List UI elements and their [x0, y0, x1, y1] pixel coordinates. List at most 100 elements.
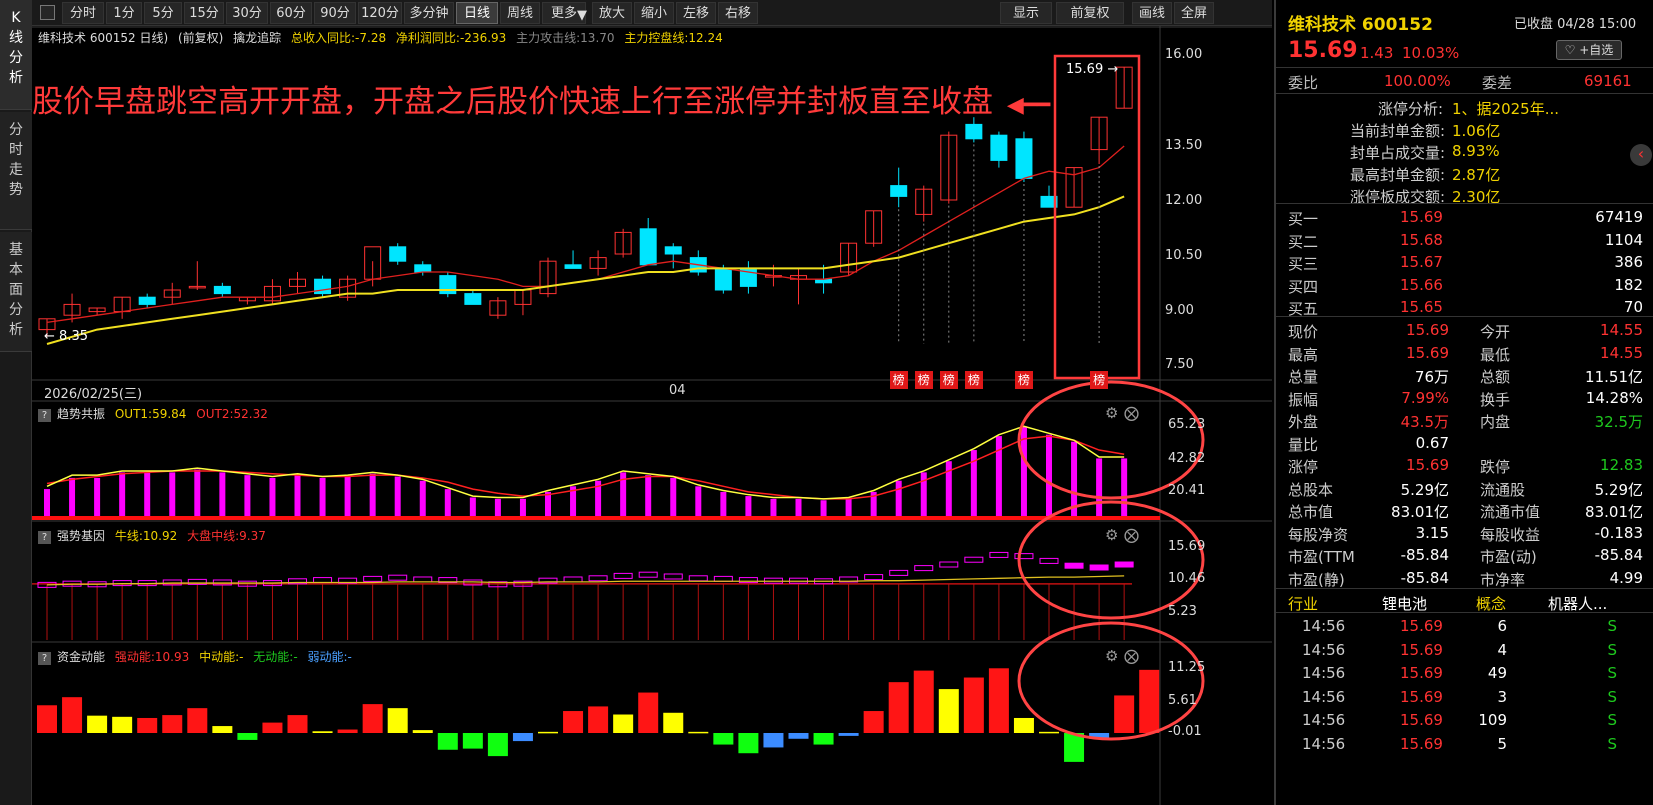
- close-icon[interactable]: ⨂: [1124, 404, 1139, 422]
- bid-label: 买三: [1288, 255, 1319, 273]
- quote-value: 76万: [1414, 368, 1449, 386]
- tick-price: 15.69: [1400, 734, 1443, 753]
- rank-badge[interactable]: 榜: [1090, 371, 1109, 389]
- quote-row: 市盈(TTM -85.84 市盈(动) -85.84: [1276, 543, 1653, 567]
- momentum-bar: [738, 733, 759, 754]
- close-icon[interactable]: ⨂: [1124, 526, 1139, 544]
- quote-value: 14.28%: [1585, 388, 1643, 407]
- quote-value: 83.01亿: [1585, 503, 1643, 521]
- rank-badge[interactable]: 榜: [1014, 371, 1033, 389]
- trend-bar: [920, 472, 927, 517]
- candle-body: [564, 264, 582, 269]
- tick-price: 15.69: [1400, 617, 1443, 635]
- bid-price: 15.68: [1400, 230, 1443, 249]
- quote-row: 外盘 43.5万 内盘 32.5万: [1276, 408, 1653, 432]
- period-button[interactable]: 分时: [62, 2, 104, 24]
- bid-row[interactable]: 买四 15.66 182: [1276, 273, 1653, 297]
- add-favorite-button[interactable]: ♡ +自选: [1556, 40, 1622, 60]
- toolbar-right-button[interactable]: 前复权: [1056, 2, 1124, 24]
- quote-value: 0.67: [1415, 433, 1449, 452]
- tab-intraday-trend[interactable]: 分时走势: [0, 112, 32, 230]
- momentum-bar: [963, 677, 984, 733]
- price-axis-label: 12.00: [1165, 193, 1203, 208]
- panel-title: 趋势共振: [57, 407, 106, 421]
- period-button[interactable]: 30分: [226, 2, 268, 24]
- bid-row[interactable]: 买一 15.69 67419: [1276, 205, 1653, 229]
- momentum-bar: [137, 717, 158, 733]
- bid-row[interactable]: 买二 15.68 1104: [1276, 228, 1653, 252]
- tab-k-line-analysis[interactable]: K线分析: [0, 0, 32, 110]
- tab-fundamental-analysis[interactable]: 基本面分析: [0, 232, 32, 352]
- momentum-bar: [487, 733, 508, 757]
- help-icon[interactable]: ?: [38, 531, 51, 544]
- toolbar-right-button[interactable]: 画线: [1132, 2, 1172, 24]
- limit-value[interactable]: 1、据2025年...: [1452, 98, 1559, 119]
- bid-row[interactable]: 买三 15.67 386: [1276, 250, 1653, 274]
- chart-action-button[interactable]: 缩小: [634, 2, 674, 24]
- period-button[interactable]: 1分: [106, 2, 142, 24]
- limit-label: 最高封单金额:: [1350, 166, 1446, 184]
- momentum-bar: [763, 733, 784, 748]
- period-button[interactable]: 多分钟: [404, 2, 454, 24]
- price-change-pct: 10.03%: [1402, 44, 1460, 62]
- panel2-axis-label: 42.82: [1168, 451, 1206, 466]
- quote-label: 市盈(动): [1480, 548, 1537, 566]
- help-icon[interactable]: ?: [38, 652, 51, 665]
- kline-chart-area[interactable]: 维科技术 600152 日线) (前复权) 擒龙追踪 总收入同比:-7.28 净…: [32, 26, 1272, 805]
- quote-label: 量比: [1288, 435, 1319, 454]
- toolbar-checkbox[interactable]: [40, 5, 55, 20]
- low-price-value: 8.35: [59, 329, 88, 344]
- gear-icon[interactable]: ⚙: [1105, 404, 1118, 422]
- period-button[interactable]: 120分: [358, 2, 402, 24]
- gear-icon[interactable]: ⚙: [1105, 526, 1118, 544]
- quote-label: 换手: [1480, 390, 1511, 409]
- bid-price: 15.66: [1400, 275, 1443, 294]
- toolbar-right-button[interactable]: 显示: [1000, 2, 1052, 24]
- trend-bar: [419, 480, 426, 517]
- rank-badge[interactable]: 榜: [889, 371, 908, 389]
- gene-bar: [613, 572, 633, 579]
- gear-icon[interactable]: ⚙: [1105, 647, 1118, 665]
- chart-action-button[interactable]: 右移: [718, 2, 758, 24]
- trend-bar: [720, 491, 727, 517]
- toolbar-right-button[interactable]: 全屏: [1174, 2, 1214, 24]
- annotation-label: 股价早盘跳空高开开盘，开盘之后股价快速上行至涨停并封板直至收盘: [32, 84, 993, 120]
- trend-bar: [770, 498, 777, 517]
- chart-action-button[interactable]: 放大: [592, 2, 632, 24]
- close-icon[interactable]: ⨂: [1124, 647, 1139, 665]
- tab-char: 分: [9, 302, 23, 318]
- period-button[interactable]: 15分: [184, 2, 224, 24]
- momentum-bar: [688, 731, 709, 734]
- concept-value[interactable]: 机器人...: [1548, 593, 1607, 614]
- trend-bar: [44, 489, 50, 517]
- momentum-bar: [863, 711, 884, 733]
- period-button[interactable]: 周线: [500, 2, 540, 24]
- quote-value: -85.84: [1400, 546, 1449, 564]
- period-button[interactable]: 日线: [456, 2, 498, 24]
- quote-value: 32.5万: [1594, 413, 1643, 431]
- trend-bar: [144, 472, 151, 517]
- gene-bar: [864, 574, 884, 581]
- trend-baseline: [32, 516, 1160, 520]
- rank-badge[interactable]: 榜: [964, 371, 983, 389]
- period-button[interactable]: 5分: [144, 2, 182, 24]
- ma-short-line: [46, 145, 1125, 324]
- help-icon[interactable]: ?: [38, 409, 51, 422]
- out2-line: [46, 435, 1125, 500]
- industry-value[interactable]: 锂电池: [1382, 593, 1427, 614]
- chart-action-button[interactable]: 左移: [676, 2, 716, 24]
- weibi-label: 委比: [1288, 74, 1319, 92]
- bid-volume: 67419: [1595, 208, 1643, 226]
- panel-title: 强势基因: [57, 529, 106, 543]
- trend-bar: [294, 475, 301, 517]
- quote-row: 总股本 5.29亿 流通股 5.29亿: [1276, 476, 1653, 500]
- rank-badge[interactable]: 榜: [914, 371, 933, 389]
- rank-badge[interactable]: 榜: [939, 371, 958, 389]
- period-button[interactable]: 60分: [270, 2, 312, 24]
- period-button[interactable]: 90分: [314, 2, 356, 24]
- candle-body: [414, 264, 432, 273]
- quote-label: 总额: [1480, 368, 1511, 386]
- high-arrow-icon: →: [1107, 62, 1119, 77]
- tick-row: 14:56 15.69 4 S: [1276, 638, 1653, 662]
- momentum-bar: [1139, 669, 1160, 733]
